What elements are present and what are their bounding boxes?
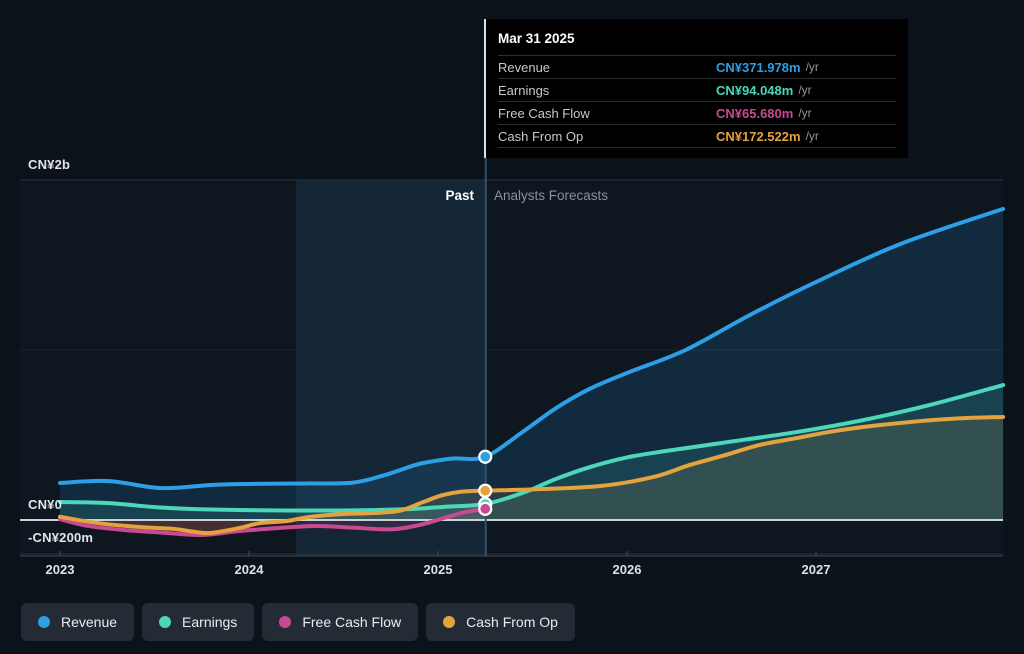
x-axis-label-2025: 2025: [408, 562, 468, 577]
y-axis-label-neg200m: -CN¥200m: [28, 530, 93, 545]
x-axis-label-2024: 2024: [219, 562, 279, 577]
tooltip-value: CN¥94.048m: [716, 83, 793, 98]
x-axis-label-2027: 2027: [786, 562, 846, 577]
legend-item-cash-from-op[interactable]: Cash From Op: [426, 603, 575, 641]
legend-item-earnings[interactable]: Earnings: [142, 603, 254, 641]
tooltip-unit: /yr: [798, 83, 811, 97]
tooltip-unit: /yr: [806, 60, 819, 74]
tooltip-value: CN¥172.522m: [716, 129, 801, 144]
x-axis-label-2023: 2023: [30, 562, 90, 577]
tooltip-unit: /yr: [806, 129, 819, 143]
past-period-label: Past: [445, 188, 474, 203]
legend-item-free-cash-flow[interactable]: Free Cash Flow: [262, 603, 418, 641]
legend-label: Earnings: [182, 614, 237, 630]
legend-label: Revenue: [61, 614, 117, 630]
legend: Revenue Earnings Free Cash Flow Cash Fro…: [21, 603, 575, 641]
marker-free_cash_flow[interactable]: [479, 503, 491, 515]
tooltip-row-free-cash-flow: Free Cash Flow CN¥65.680m /yr: [498, 102, 896, 125]
earnings-dot-icon: [159, 616, 171, 628]
tooltip-row-revenue: Revenue CN¥371.978m /yr: [498, 56, 896, 79]
legend-label: Cash From Op: [466, 614, 558, 630]
tooltip-row-earnings: Earnings CN¥94.048m /yr: [498, 79, 896, 102]
tooltip-label: Earnings: [498, 83, 716, 98]
free-cash-flow-dot-icon: [279, 616, 291, 628]
tooltip-row-cash-from-op: Cash From Op CN¥172.522m /yr: [498, 125, 896, 148]
marker-revenue[interactable]: [479, 451, 491, 463]
tooltip-label: Free Cash Flow: [498, 106, 716, 121]
x-axis-label-2026: 2026: [597, 562, 657, 577]
tooltip-label: Revenue: [498, 60, 716, 75]
tooltip-label: Cash From Op: [498, 129, 716, 144]
tooltip-value: CN¥65.680m: [716, 106, 793, 121]
chart-panel: CN¥2b CN¥0 -CN¥200m 2023 2024 2025 2026 …: [0, 0, 1024, 654]
marker-cash_from_op[interactable]: [479, 485, 491, 497]
y-axis-label-2b: CN¥2b: [28, 157, 70, 172]
legend-item-revenue[interactable]: Revenue: [21, 603, 134, 641]
y-axis-label-0: CN¥0: [28, 497, 62, 512]
tooltip-value: CN¥371.978m: [716, 60, 801, 75]
tooltip: Mar 31 2025 Revenue CN¥371.978m /yr Earn…: [484, 19, 908, 158]
tooltip-date: Mar 31 2025: [498, 25, 896, 56]
legend-label: Free Cash Flow: [302, 614, 401, 630]
tooltip-unit: /yr: [798, 106, 811, 120]
cash-from-op-dot-icon: [443, 616, 455, 628]
revenue-dot-icon: [38, 616, 50, 628]
forecast-period-label: Analysts Forecasts: [494, 188, 608, 203]
